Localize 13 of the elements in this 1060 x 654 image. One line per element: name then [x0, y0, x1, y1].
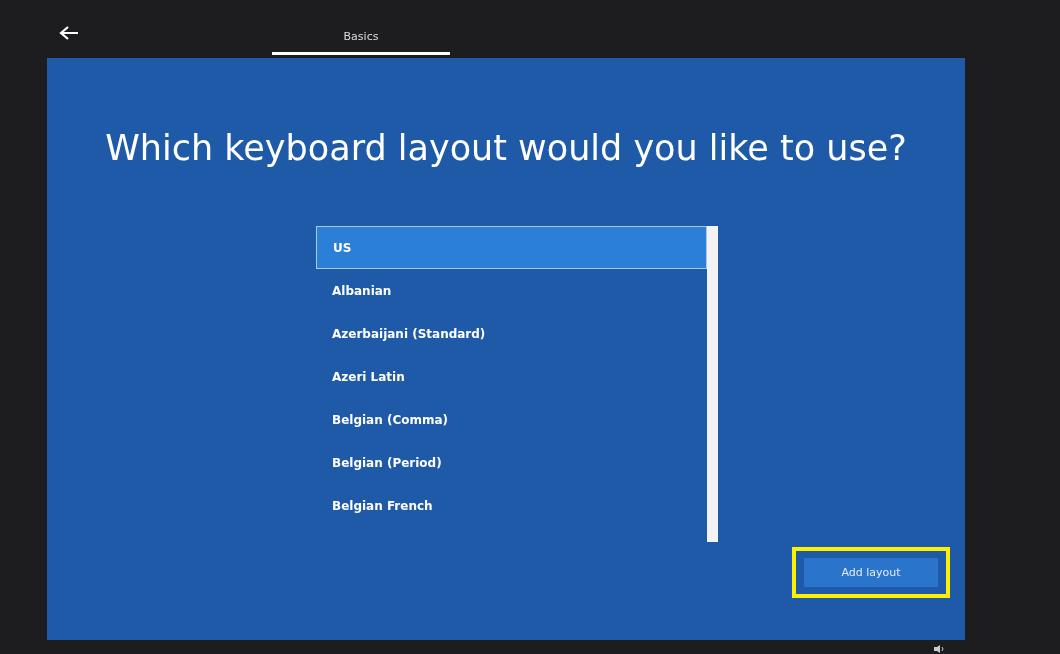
scrollbar[interactable] — [707, 226, 718, 542]
layout-item[interactable]: Albanian — [316, 269, 707, 312]
basics-tab[interactable]: Basics — [272, 30, 450, 55]
layout-item[interactable]: US — [316, 226, 707, 269]
layout-item[interactable]: Azerbaijani (Standard) — [316, 312, 707, 355]
layout-item[interactable]: Belgian French — [316, 484, 707, 527]
layout-item[interactable]: Belgian (Comma) — [316, 398, 707, 441]
back-arrow-icon[interactable] — [59, 25, 79, 41]
add-layout-button[interactable]: Add layout — [804, 558, 938, 587]
layout-item[interactable]: Belgian (Period) — [316, 441, 707, 484]
layout-item[interactable]: Azeri Latin — [316, 355, 707, 398]
speaker-icon[interactable] — [933, 644, 945, 654]
page-title: Which keyboard layout would you like to use? — [105, 128, 907, 168]
